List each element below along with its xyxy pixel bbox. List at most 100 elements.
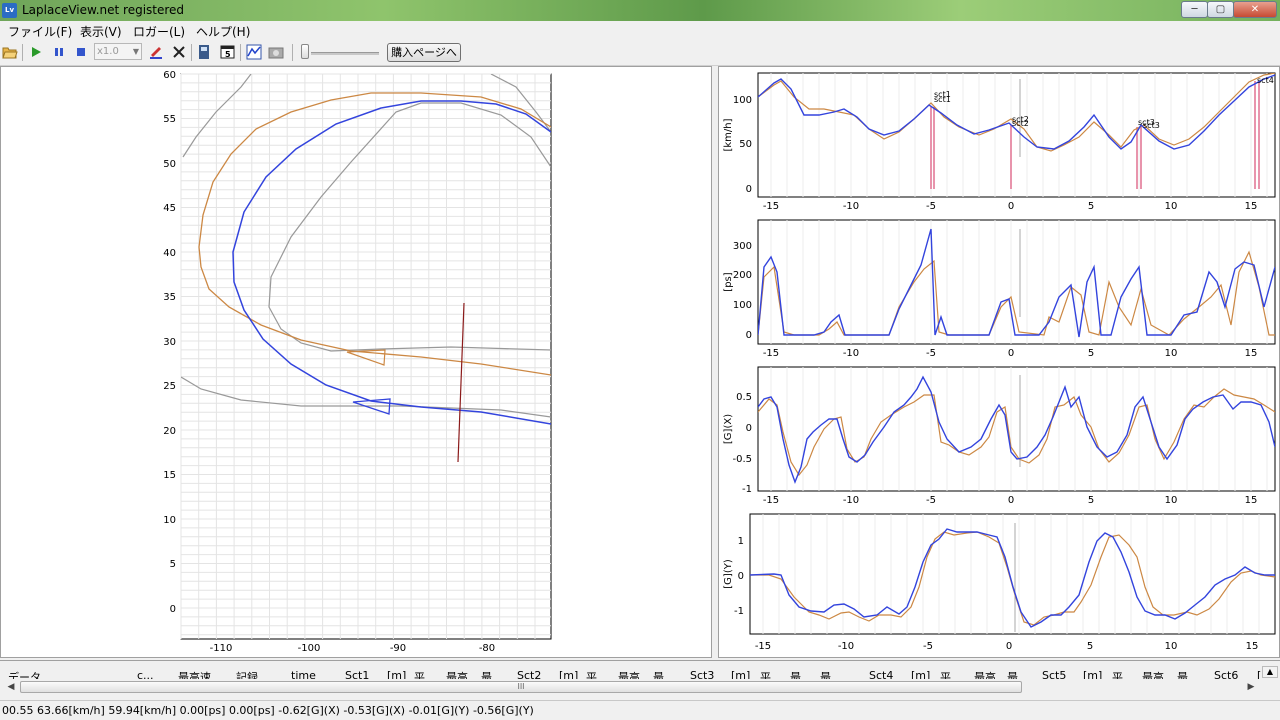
sector-label: sct1 bbox=[934, 95, 951, 104]
power-x-axis: -15 -10 -5 0 5 10 15 bbox=[763, 348, 1258, 359]
power-y-tick: 0 bbox=[746, 330, 752, 341]
window-icon[interactable]: 5 bbox=[220, 44, 236, 60]
pause-icon[interactable] bbox=[51, 44, 67, 60]
sector-label: sct3 bbox=[1143, 121, 1160, 130]
map-y-tick: 20 bbox=[163, 426, 176, 437]
sector-label: sct2 bbox=[1012, 119, 1029, 128]
gy-x-tick: 0 bbox=[1006, 641, 1012, 652]
camera-icon[interactable] bbox=[268, 44, 284, 60]
speed-select[interactable]: x1.0 ▼ bbox=[94, 43, 142, 60]
stop-icon[interactable] bbox=[73, 44, 89, 60]
menu-bar: ファイル(F) 表示(V) ロガー(L) ヘルプ(H) bbox=[0, 21, 1280, 40]
gy-x-tick: -5 bbox=[923, 641, 933, 652]
scroll-up-icon[interactable]: ▲ bbox=[1262, 666, 1278, 678]
gx-y-tick: -1 bbox=[742, 484, 752, 495]
track-map-chart[interactable]: 60 55 50 45 40 35 30 25 20 15 10 5 0 -11… bbox=[1, 67, 711, 657]
scroll-right-icon[interactable]: ▶ bbox=[1244, 680, 1258, 694]
map-x-tick: -100 bbox=[298, 643, 321, 654]
map-x-tick: -80 bbox=[479, 643, 495, 654]
title-bar: Lv LaplaceView.net registered ─ ▢ ✕ bbox=[0, 0, 1280, 21]
track-map-panel[interactable]: 60 55 50 45 40 35 30 25 20 15 10 5 0 -11… bbox=[0, 66, 712, 658]
play-icon[interactable] bbox=[28, 44, 44, 60]
app-logo-icon: Lv bbox=[2, 3, 17, 18]
telemetry-graphs[interactable]: [km/h] 100 50 0 -15 -10 -5 0 5 10 15 sct… bbox=[719, 67, 1279, 657]
power-chart[interactable]: [ps] 300 200 100 0 -15 -10 -5 0 5 10 15 bbox=[723, 219, 1276, 359]
speed-x-tick: -15 bbox=[763, 201, 779, 212]
gy-x-tick: 5 bbox=[1087, 641, 1093, 652]
speed-x-axis: -15 -10 -5 0 5 10 15 bbox=[763, 201, 1258, 212]
power-x-tick: 5 bbox=[1088, 348, 1094, 359]
toolbar: x1.0 ▼ 5 購入ページへ bbox=[0, 40, 1280, 66]
scroll-left-icon[interactable]: ◀ bbox=[4, 680, 18, 694]
gx-x-tick: 15 bbox=[1245, 495, 1258, 506]
map-y-tick: 40 bbox=[163, 248, 176, 259]
gx-chart[interactable]: [G](X) 0.5 0 -0.5 -1 -15 -10 -5 0 5 10 1… bbox=[723, 366, 1276, 506]
close-button[interactable]: ✕ bbox=[1233, 1, 1277, 18]
speed-y-tick: 0 bbox=[746, 184, 752, 195]
map-y-tick: 35 bbox=[163, 292, 176, 303]
map-y-tick: 60 bbox=[163, 70, 176, 81]
status-readout: 00.55 63.66[km/h] 59.94[km/h] 0.00[ps] 0… bbox=[2, 704, 534, 717]
speed-y-tick: 50 bbox=[739, 139, 752, 150]
maximize-button[interactable]: ▢ bbox=[1207, 1, 1234, 18]
menu-view[interactable]: 表示(V) bbox=[80, 23, 122, 40]
gx-y-label: [G](X) bbox=[723, 414, 734, 444]
power-y-tick: 300 bbox=[733, 241, 752, 252]
gy-y-tick: 0 bbox=[738, 571, 744, 582]
speed-value: x1.0 bbox=[97, 46, 119, 57]
power-x-tick: -10 bbox=[843, 348, 859, 359]
gx-y-tick: 0 bbox=[746, 423, 752, 434]
gy-chart[interactable]: [G](Y) 1 0 -1 -15 -10 -5 0 5 10 15 bbox=[723, 513, 1276, 652]
buy-page-button[interactable]: 購入ページへ bbox=[387, 43, 461, 62]
menu-file[interactable]: ファイル(F) bbox=[8, 23, 72, 40]
clear-x-icon[interactable] bbox=[171, 44, 187, 60]
svg-text:5: 5 bbox=[225, 50, 231, 59]
gx-x-tick: -5 bbox=[926, 495, 936, 506]
map-x-tick: -110 bbox=[210, 643, 233, 654]
speed-chart[interactable]: [km/h] 100 50 0 -15 -10 -5 0 5 10 15 sct… bbox=[723, 72, 1276, 212]
graph-icon[interactable] bbox=[246, 44, 262, 60]
map-y-tick: 50 bbox=[163, 159, 176, 170]
scroll-thumb[interactable]: III bbox=[20, 681, 1022, 693]
gy-x-tick: -15 bbox=[755, 641, 771, 652]
gy-x-tick: 10 bbox=[1165, 641, 1178, 652]
playback-slider-track[interactable] bbox=[311, 52, 379, 55]
gx-x-axis: -15 -10 -5 0 5 10 15 bbox=[763, 495, 1258, 506]
power-x-tick: 0 bbox=[1008, 348, 1014, 359]
map-y-tick: 0 bbox=[170, 604, 176, 615]
gx-x-tick: 10 bbox=[1165, 495, 1178, 506]
map-y-tick: 5 bbox=[170, 559, 176, 570]
power-x-tick: -15 bbox=[763, 348, 779, 359]
speed-y-tick: 100 bbox=[733, 95, 752, 106]
speed-y-label: [km/h] bbox=[723, 118, 734, 151]
map-x-tick: -90 bbox=[390, 643, 406, 654]
map-y-tick: 55 bbox=[163, 114, 176, 125]
speed-x-tick: 15 bbox=[1245, 201, 1258, 212]
map-x-axis: -110 -100 -90 -80 bbox=[210, 643, 496, 654]
gx-x-tick: 5 bbox=[1088, 495, 1094, 506]
gy-x-tick: -10 bbox=[838, 641, 854, 652]
sector-label: sct4 bbox=[1257, 76, 1274, 85]
menu-logger[interactable]: ロガー(L) bbox=[133, 23, 185, 40]
export-icon[interactable] bbox=[196, 44, 212, 60]
speed-x-tick: -10 bbox=[843, 201, 859, 212]
gy-x-tick: 15 bbox=[1246, 641, 1259, 652]
graphs-panel[interactable]: [km/h] 100 50 0 -15 -10 -5 0 5 10 15 sct… bbox=[718, 66, 1280, 658]
map-y-tick: 25 bbox=[163, 381, 176, 392]
map-y-axis: 60 55 50 45 40 35 30 25 20 15 10 5 0 bbox=[163, 70, 176, 615]
playback-slider-thumb[interactable] bbox=[301, 44, 309, 59]
folder-open-icon[interactable] bbox=[2, 44, 18, 60]
minimize-button[interactable]: ─ bbox=[1181, 1, 1208, 18]
speed-x-tick: 0 bbox=[1008, 201, 1014, 212]
gx-x-tick: -10 bbox=[843, 495, 859, 506]
map-y-tick: 15 bbox=[163, 470, 176, 481]
chevron-down-icon: ▼ bbox=[132, 47, 139, 56]
gx-y-tick: 0.5 bbox=[736, 392, 752, 403]
gy-y-tick: -1 bbox=[734, 606, 744, 617]
menu-help[interactable]: ヘルプ(H) bbox=[196, 23, 250, 40]
speed-x-tick: -5 bbox=[926, 201, 936, 212]
gy-x-axis: -15 -10 -5 0 5 10 15 bbox=[755, 641, 1259, 652]
marker-pen-icon[interactable] bbox=[148, 44, 164, 60]
power-y-tick: 100 bbox=[733, 300, 752, 311]
horizontal-scrollbar[interactable]: ◀ III ▶ bbox=[0, 679, 1280, 696]
